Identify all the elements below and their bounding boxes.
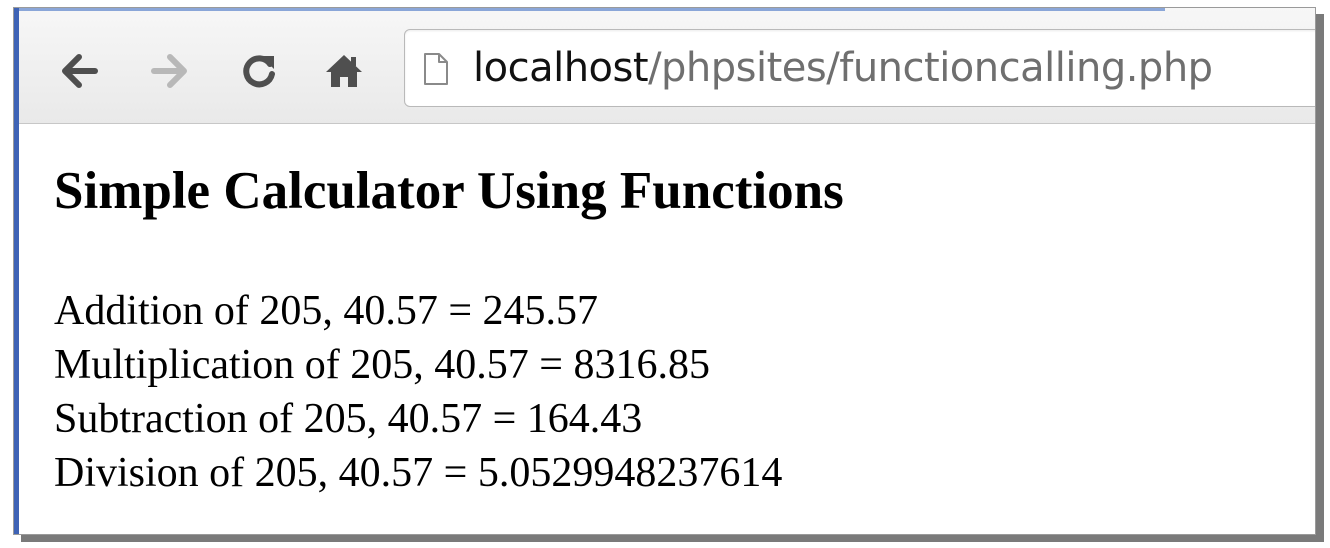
url-text: localhost/phpsites/functioncalling.php xyxy=(473,42,1213,94)
browser-toolbar: localhost/phpsites/functioncalling.php xyxy=(19,8,1315,124)
address-bar[interactable]: localhost/phpsites/functioncalling.php xyxy=(404,29,1315,107)
home-icon xyxy=(326,55,362,87)
reload-button[interactable] xyxy=(237,49,281,93)
reload-icon xyxy=(243,55,275,88)
result-addition: Addition of 205, 40.57 = 245.57 xyxy=(54,288,599,334)
result-subtraction: Subtraction of 205, 40.57 = 164.43 xyxy=(54,396,643,442)
result-division: Division of 205, 40.57 = 5.0529948237614 xyxy=(54,450,783,496)
back-button[interactable] xyxy=(57,49,101,93)
browser-window: localhost/phpsites/functioncalling.php S… xyxy=(13,7,1316,535)
arrow-left-icon xyxy=(62,54,98,88)
page-content: Simple Calculator Using Functions Additi… xyxy=(54,134,1315,496)
url-path: /phpsites/functioncalling.php xyxy=(648,45,1213,91)
page-title: Simple Calculator Using Functions xyxy=(54,162,844,220)
forward-button[interactable] xyxy=(148,49,192,93)
document-icon xyxy=(423,52,449,91)
result-multiplication: Multiplication of 205, 40.57 = 8316.85 xyxy=(54,342,710,388)
url-host: localhost xyxy=(473,45,649,91)
results-list: Addition of 205, 40.57 = 245.57 Multipli… xyxy=(54,284,782,500)
arrow-right-icon xyxy=(151,54,187,88)
home-button[interactable] xyxy=(322,49,366,93)
